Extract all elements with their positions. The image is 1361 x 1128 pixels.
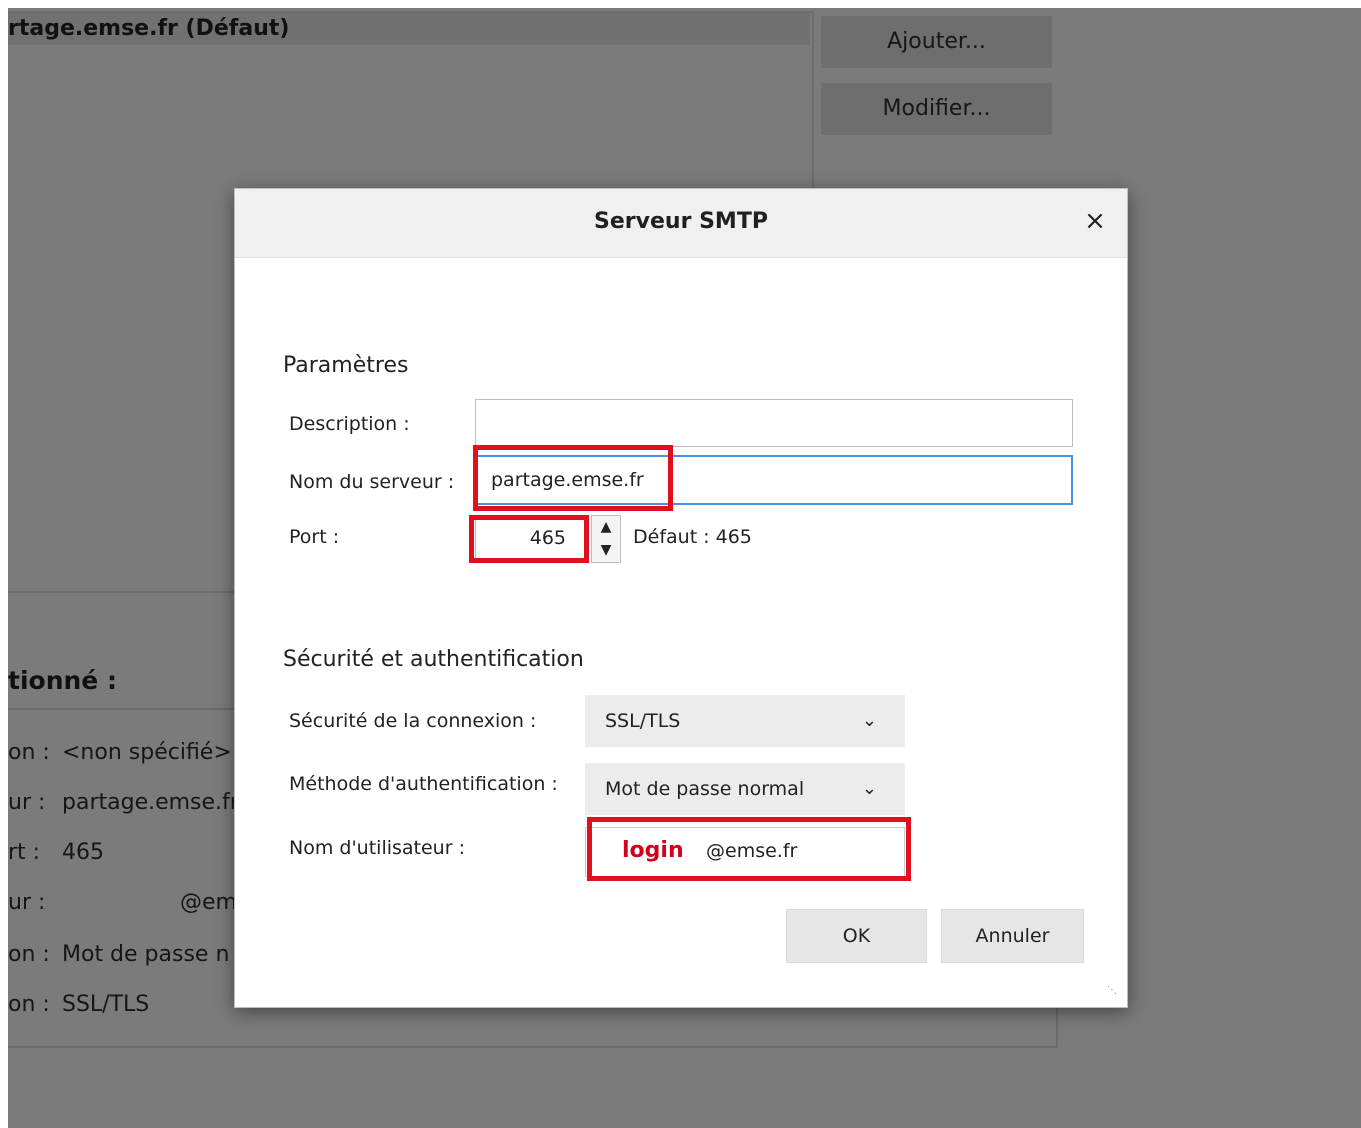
auth-method-value: Mot de passe normal [605, 778, 805, 800]
port-label: Port : [289, 526, 340, 548]
detail-value: partage.emse.fr [62, 790, 239, 815]
connection-security-select[interactable]: SSL/TLS ⌄ [585, 695, 905, 747]
port-default-label: Défaut : 465 [633, 526, 752, 548]
chevron-down-icon[interactable]: ▼ [592, 539, 620, 562]
detail-label: on : [8, 992, 50, 1017]
resize-grip-icon[interactable]: ⋱ [1107, 985, 1121, 999]
smtp-server-dialog: Serveur SMTP × Paramètres Description : … [234, 188, 1128, 1008]
detail-label: on : [8, 740, 50, 765]
detail-value: 465 [62, 840, 104, 865]
detail-label: rt : [8, 840, 41, 865]
add-server-button: Ajouter... [821, 16, 1052, 68]
cancel-button[interactable]: Annuler [941, 909, 1084, 963]
chevron-down-icon: ⌄ [861, 778, 877, 799]
settings-section-title: Paramètres [283, 353, 409, 378]
close-icon[interactable]: × [1079, 205, 1111, 237]
chevron-down-icon: ⌄ [861, 710, 877, 731]
auth-method-select[interactable]: Mot de passe normal ⌄ [585, 763, 905, 815]
detail-label: ur : [8, 890, 46, 915]
details-title: tionné : [8, 666, 117, 695]
edit-server-button: Modifier... [821, 83, 1052, 135]
username-label: Nom d'utilisateur : [289, 837, 465, 859]
chevron-up-icon[interactable]: ▲ [592, 516, 620, 539]
detail-label: ur : [8, 790, 46, 815]
highlight-server-name [473, 445, 673, 511]
smtp-server-list-item: rtage.emse.fr (Défaut) [8, 16, 290, 41]
detail-value: SSL/TLS [62, 992, 150, 1017]
highlight-username [587, 817, 911, 881]
divider [8, 591, 234, 593]
description-label: Description : [289, 413, 410, 435]
detail-label: on : [8, 942, 50, 967]
connection-security-value: SSL/TLS [605, 710, 681, 732]
detail-value: @em [180, 890, 237, 915]
highlight-port [469, 515, 589, 563]
description-input[interactable] [475, 399, 1073, 447]
ok-button[interactable]: OK [786, 909, 927, 963]
connection-security-label: Sécurité de la connexion : [289, 710, 537, 732]
security-section-title: Sécurité et authentification [283, 647, 584, 672]
port-spinner[interactable]: ▲ ▼ [591, 515, 621, 563]
dialog-title: Serveur SMTP [594, 209, 768, 234]
auth-method-label: Méthode d'authentification : [289, 773, 558, 795]
detail-value: <non spécifié> [62, 740, 232, 765]
server-name-label: Nom du serveur : [289, 471, 455, 493]
detail-value: Mot de passe n [62, 942, 230, 967]
